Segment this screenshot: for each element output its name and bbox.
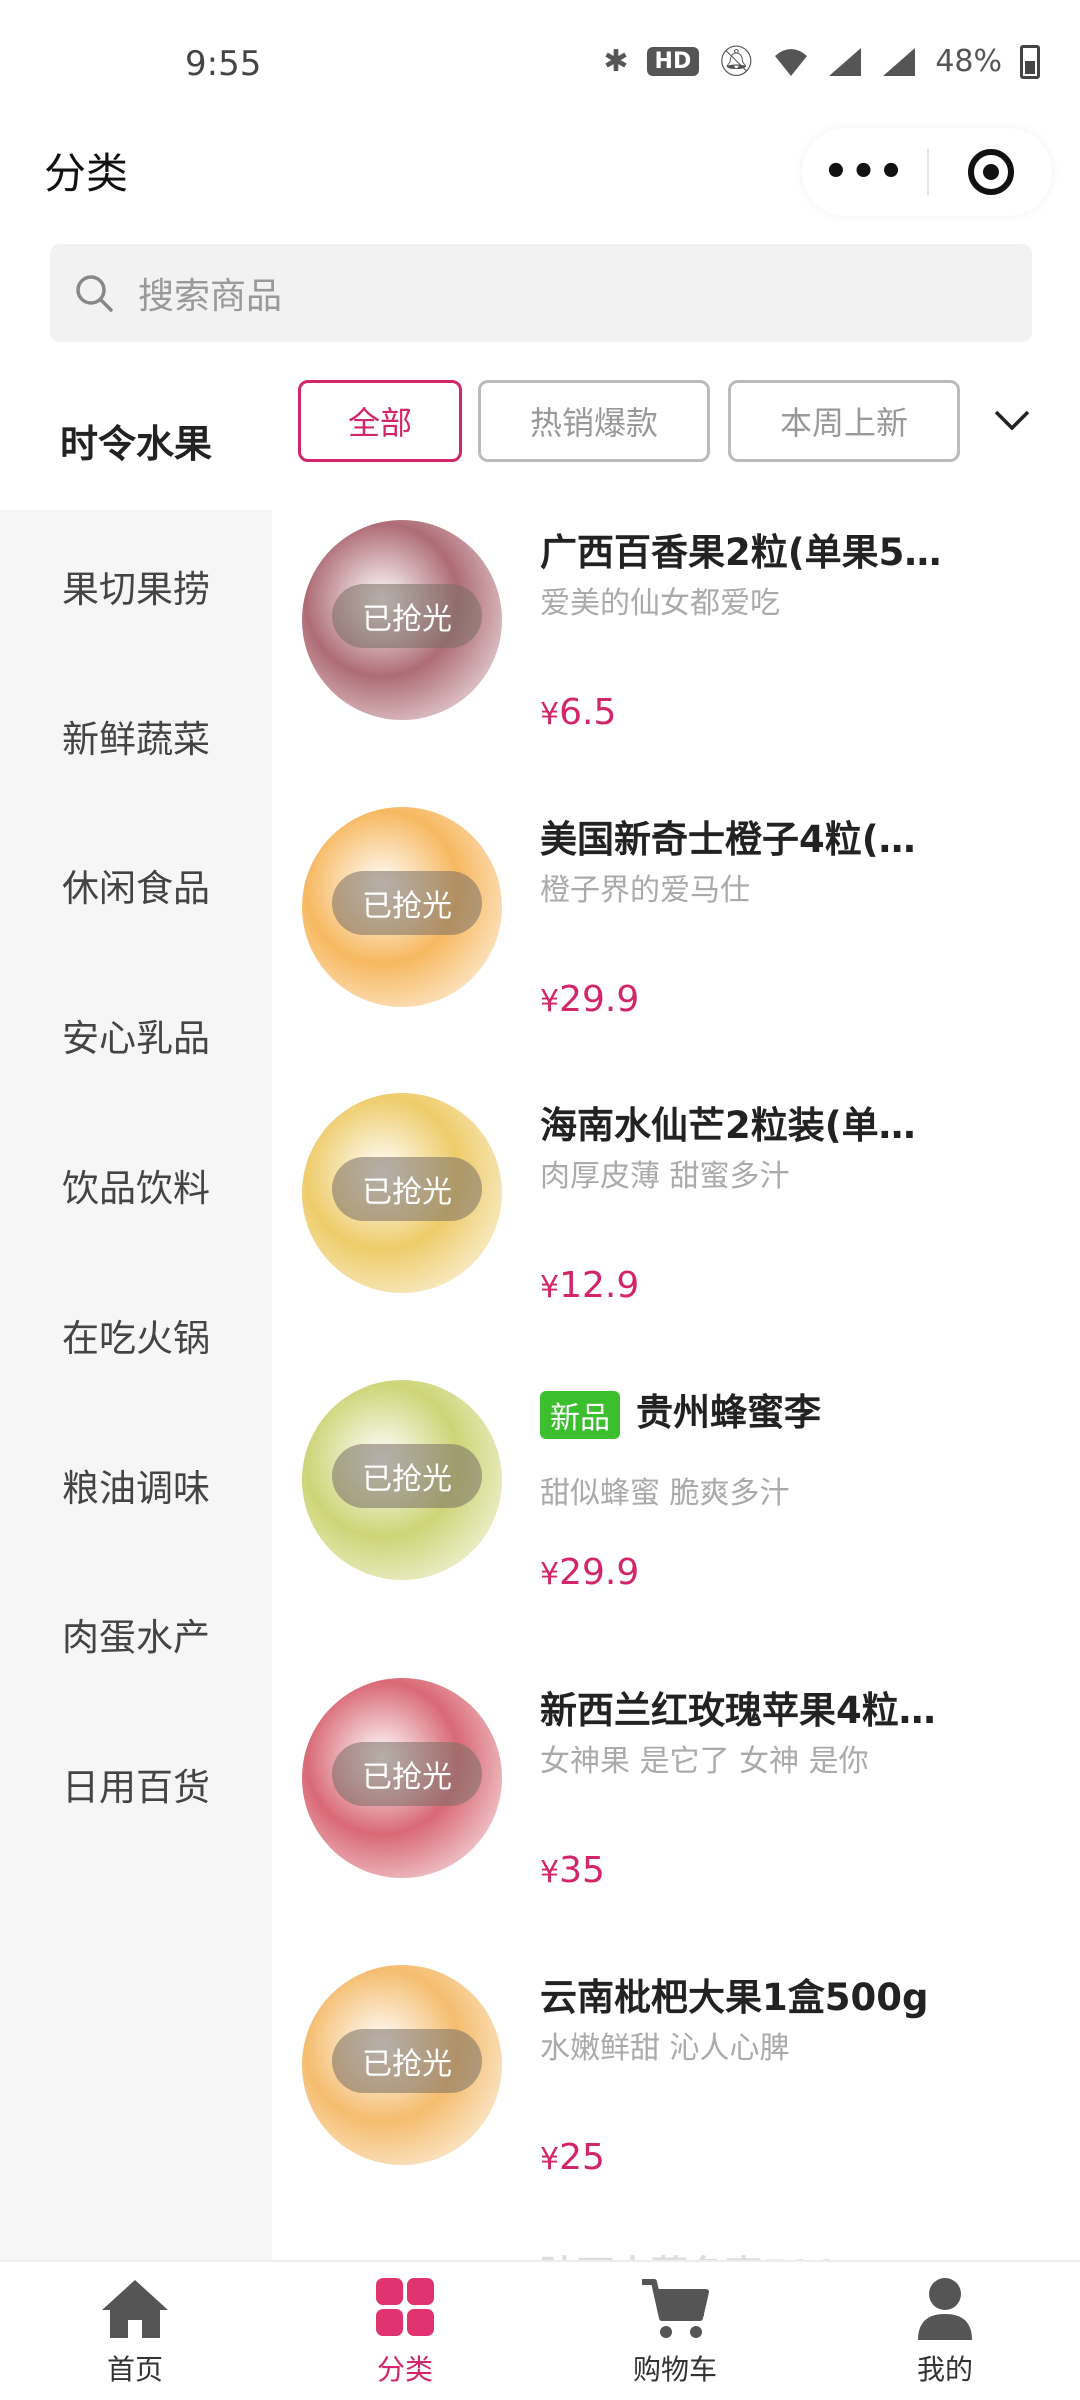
currency-symbol: ¥ [540, 1270, 560, 1305]
currency-symbol: ¥ [540, 1557, 560, 1592]
tab-cart[interactable]: 购物车 [540, 2262, 810, 2400]
product-description: 橙子界的爱马仕 [540, 873, 750, 908]
price-value: 6.5 [559, 692, 617, 733]
product-item[interactable]: 已抢光 云南枇杷大果1盒500g 水嫩鲜甜 沁人心脾 ¥25 [272, 1945, 1080, 2233]
price-value: 12.9 [559, 1265, 640, 1306]
search-icon [76, 275, 113, 312]
wifi-icon [773, 46, 809, 78]
category-icon [376, 2278, 434, 2336]
tab-label: 我的 [916, 2353, 973, 2386]
filter-chip-new[interactable]: 本周上新 [728, 380, 960, 462]
sidebar-item[interactable]: 日用百货 [0, 1744, 272, 1824]
sidebar-item[interactable]: 休闲食品 [0, 845, 272, 925]
product-title-text: 贵州蜂蜜李 [636, 1391, 821, 1434]
nav-header: 分类 ••• [0, 120, 1080, 230]
hd-badge: HD [646, 47, 700, 76]
tab-label: 购物车 [632, 2353, 717, 2386]
currency-symbol: ¥ [540, 984, 560, 1019]
sidebar-item[interactable]: 粮油调味 [0, 1445, 272, 1525]
signal-icon-1 [827, 46, 863, 78]
tab-bar: 首页 分类 购物车 我的 [0, 2260, 1080, 2400]
close-button[interactable] [929, 149, 1052, 195]
sold-out-badge: 已抢光 [332, 1157, 482, 1221]
battery-icon [1020, 44, 1040, 79]
status-bar: 9:55 ✱ HD 🔕︎ 48% [0, 0, 1080, 120]
tab-category[interactable]: 分类 [270, 2262, 540, 2400]
sidebar-item[interactable]: 安心乳品 [0, 995, 272, 1075]
product-title[interactable]: 海南水仙芒2粒装(单… [540, 1095, 1060, 1149]
status-time: 9:55 [185, 44, 262, 84]
search-input[interactable]: 搜索商品 [50, 244, 1032, 342]
bluetooth-icon: ✱ [603, 44, 629, 79]
battery-percent: 48% [935, 44, 1002, 79]
price-value: 29.9 [559, 1552, 640, 1593]
product-price: ¥25 [540, 2137, 605, 2178]
product-description: 水嫩鲜甜 沁人心脾 [540, 2031, 790, 2066]
product-description: 女神果 是它了 女神 是你 [540, 1744, 869, 1779]
miniprogram-capsule: ••• [802, 128, 1052, 216]
user-icon [918, 2278, 972, 2340]
signal-icon-2 [881, 46, 917, 78]
search-placeholder: 搜索商品 [138, 276, 283, 317]
product-item[interactable]: 已抢光 新西兰红玫瑰苹果4粒… 女神果 是它了 女神 是你 ¥35 [272, 1658, 1080, 1946]
product-price: ¥29.9 [540, 1552, 639, 1593]
page-title: 分类 [44, 149, 129, 198]
price-value: 25 [559, 2137, 605, 2178]
price-value: 29.9 [559, 979, 640, 1020]
sidebar-item[interactable]: 肉蛋水产 [0, 1594, 272, 1674]
product-title[interactable]: 云南枇杷大果1盒500g [540, 1967, 1060, 2021]
new-badge: 新品 [540, 1390, 620, 1439]
currency-symbol: ¥ [540, 697, 560, 732]
product-description: 甜似蜂蜜 脆爽多汁 [540, 1476, 790, 1511]
currency-symbol: ¥ [540, 1855, 560, 1890]
product-price: ¥6.5 [540, 692, 616, 733]
tab-label: 首页 [106, 2353, 163, 2386]
cart-icon [642, 2279, 709, 2338]
sidebar-item[interactable]: 果切果捞 [0, 546, 272, 626]
sold-out-badge: 已抢光 [332, 2029, 482, 2093]
product-title[interactable]: 新品 贵州蜂蜜李 [540, 1382, 1060, 1439]
target-icon [967, 149, 1014, 195]
mute-icon: 🔕︎ [717, 44, 756, 79]
sidebar-item-active[interactable]: 时令水果 [0, 370, 272, 510]
filter-chip-all[interactable]: 全部 [298, 380, 462, 462]
tab-home[interactable]: 首页 [0, 2262, 270, 2400]
status-icons: ✱ HD 🔕︎ 48% [603, 44, 1040, 79]
product-description: 爱美的仙女都爱吃 [540, 586, 780, 621]
product-price: ¥35 [540, 1850, 605, 1891]
product-item[interactable]: 已抢光 美国新奇士橙子4粒(… 橙子界的爱马仕 ¥29.9 [272, 787, 1080, 1075]
sidebar-item[interactable]: 饮品饮料 [0, 1145, 272, 1225]
tab-label: 分类 [376, 2353, 433, 2386]
sidebar-item[interactable]: 在吃火锅 [0, 1295, 272, 1375]
sold-out-badge: 已抢光 [332, 1444, 482, 1508]
currency-symbol: ¥ [540, 2142, 560, 2177]
product-item[interactable]: 已抢光 广西百香果2粒(单果5… 爱美的仙女都爱吃 ¥6.5 [272, 500, 1080, 788]
sold-out-badge: 已抢光 [332, 871, 482, 935]
category-sidebar: 时令水果 果切果捞 新鲜蔬菜 休闲食品 安心乳品 饮品饮料 在吃火锅 粮油调味 … [0, 370, 272, 2260]
more-button[interactable]: ••• [802, 149, 927, 195]
home-icon [102, 2280, 168, 2338]
product-title[interactable]: 新西兰红玫瑰苹果4粒… [540, 1680, 1060, 1734]
sold-out-badge: 已抢光 [332, 584, 482, 648]
product-title[interactable]: 美国新奇士橙子4粒(… [540, 809, 1060, 863]
product-item[interactable]: 已抢光 新品 贵州蜂蜜李甜似蜂蜜 脆爽多汁 ¥29.9 [272, 1360, 1080, 1648]
product-description: 肉厚皮薄 甜蜜多汁 [540, 1159, 790, 1194]
sold-out-badge: 已抢光 [332, 1742, 482, 1806]
product-price: ¥12.9 [540, 1265, 639, 1306]
filter-chip-hot[interactable]: 热销爆款 [478, 380, 710, 462]
price-value: 35 [559, 1850, 605, 1891]
sidebar-item[interactable]: 新鲜蔬菜 [0, 696, 272, 776]
product-title[interactable]: 广西百香果2粒(单果5… [540, 522, 1060, 576]
product-item[interactable]: 已抢光 海南水仙芒2粒装(单… 肉厚皮薄 甜蜜多汁 ¥12.9 [272, 1073, 1080, 1361]
product-price: ¥29.9 [540, 979, 639, 1020]
chevron-down-icon[interactable] [990, 398, 1034, 442]
tab-mine[interactable]: 我的 [810, 2262, 1080, 2400]
